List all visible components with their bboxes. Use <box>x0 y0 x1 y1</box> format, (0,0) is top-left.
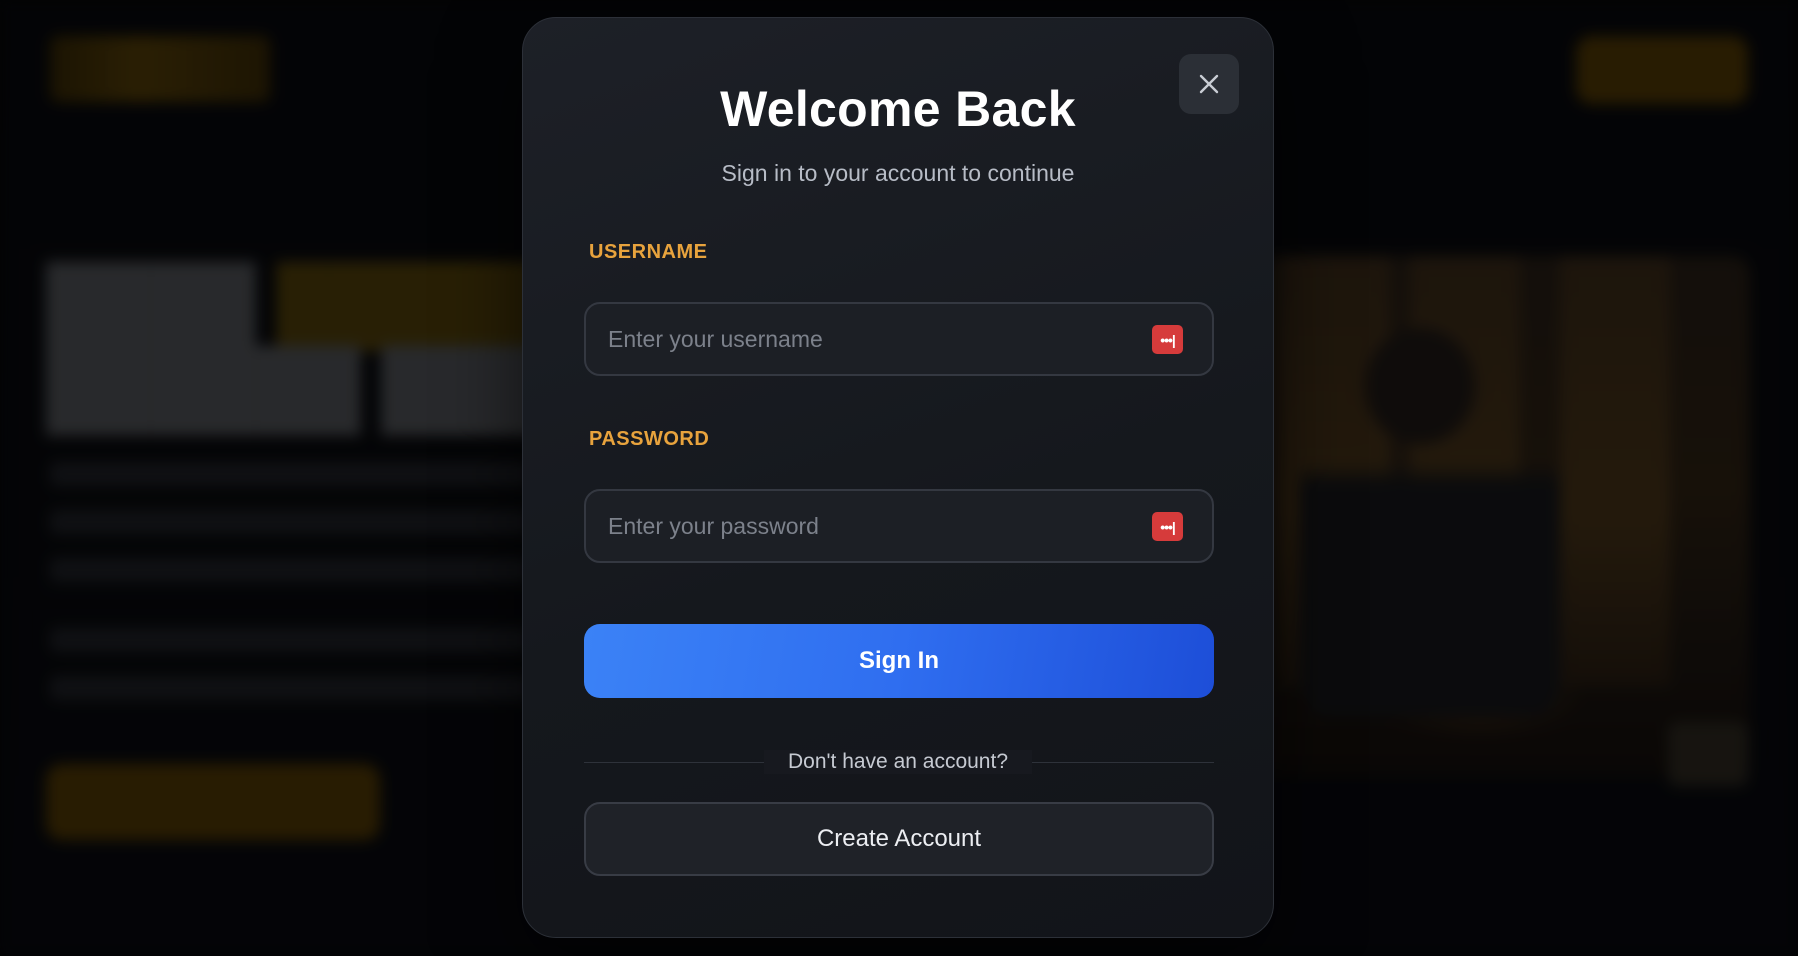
password-manager-icon[interactable]: •••| <box>1152 325 1183 354</box>
no-account-text: Don't have an account? <box>764 750 1032 774</box>
username-input[interactable] <box>608 304 1128 374</box>
create-account-button[interactable]: Create Account <box>584 802 1214 876</box>
sign-in-button[interactable]: Sign In <box>584 624 1214 698</box>
login-modal: Welcome Back Sign in to your account to … <box>522 17 1274 938</box>
username-field-container: •••| <box>584 302 1214 376</box>
modal-title: Welcome Back <box>720 81 1076 137</box>
username-label: USERNAME <box>589 241 708 263</box>
password-field-container: •••| <box>584 489 1214 563</box>
modal-subtitle: Sign in to your account to continue <box>721 160 1075 186</box>
password-label: PASSWORD <box>589 428 710 450</box>
password-manager-icon[interactable]: •••| <box>1152 512 1183 541</box>
divider: Don't have an account? <box>523 750 1273 774</box>
password-input[interactable] <box>608 491 1128 561</box>
